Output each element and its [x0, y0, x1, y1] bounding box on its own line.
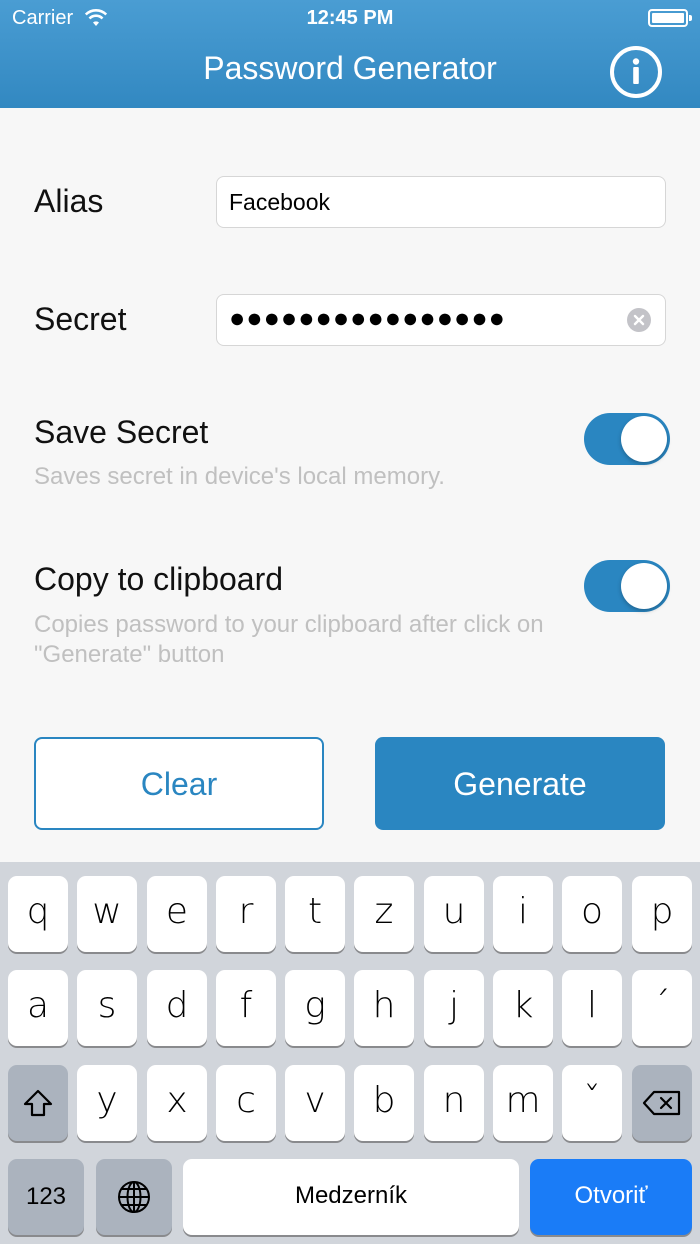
nav-bar: Carrier 12:45 PM Password Generator [0, 0, 700, 108]
key-z[interactable]: z [354, 876, 414, 952]
alias-label: Alias [34, 183, 104, 219]
key-i[interactable]: i [493, 876, 553, 952]
clear-text-button[interactable] [627, 308, 651, 332]
save-secret-title: Save Secret [34, 414, 209, 450]
globe-key[interactable] [96, 1159, 172, 1235]
battery-icon [648, 9, 692, 27]
space-key[interactable]: Medzerník [183, 1159, 519, 1235]
key-w[interactable]: w [77, 876, 137, 952]
alias-value: Facebook [229, 189, 331, 215]
info-icon [632, 58, 640, 84]
save-secret-description: Saves secret in device's local memory. [34, 463, 445, 490]
copy-clipboard-description: Copies password to your clipboard after … [34, 611, 544, 668]
key-c[interactable]: c [216, 1065, 276, 1141]
key-u[interactable]: u [424, 876, 484, 952]
key-s[interactable]: s [77, 970, 137, 1046]
key-q[interactable]: q [8, 876, 68, 952]
clear-button[interactable]: Clear [34, 737, 324, 830]
key-j[interactable]: j [424, 970, 484, 1046]
key-acute[interactable]: ´ [632, 970, 692, 1046]
backspace-icon [642, 1090, 681, 1116]
key-o[interactable]: o [562, 876, 622, 952]
key-e[interactable]: e [147, 876, 207, 952]
go-key[interactable]: Otvoriť [530, 1159, 692, 1235]
key-v[interactable]: v [285, 1065, 345, 1141]
copy-clipboard-title: Copy to clipboard [34, 561, 284, 597]
alias-field[interactable]: Facebook [216, 176, 666, 228]
info-button[interactable] [610, 46, 662, 98]
globe-icon [118, 1181, 150, 1213]
key-p[interactable]: p [632, 876, 692, 952]
keyboard: q w e r t z u i o p a s d f g h j k l ´ … [0, 862, 700, 1244]
clock: 12:45 PM [306, 7, 394, 29]
key-x[interactable]: x [147, 1065, 207, 1141]
key-r[interactable]: r [216, 876, 276, 952]
generate-button[interactable]: Generate [375, 737, 665, 830]
copy-clipboard-toggle[interactable] [584, 560, 670, 612]
key-f[interactable]: f [216, 970, 276, 1046]
toggle-knob [621, 416, 667, 462]
key-t[interactable]: t [285, 876, 345, 952]
secret-label: Secret [34, 301, 127, 337]
clear-icon [633, 314, 645, 326]
key-a[interactable]: a [8, 970, 68, 1046]
key-d[interactable]: d [147, 970, 207, 1046]
key-k[interactable]: k [493, 970, 553, 1046]
key-n[interactable]: n [424, 1065, 484, 1141]
key-b[interactable]: b [354, 1065, 414, 1141]
key-l[interactable]: l [562, 970, 622, 1046]
key-m[interactable]: m [493, 1065, 553, 1141]
status-bar: Carrier 12:45 PM [0, 0, 700, 36]
key-h[interactable]: h [354, 970, 414, 1046]
key-g[interactable]: g [285, 970, 345, 1046]
backspace-key[interactable] [632, 1065, 692, 1141]
shift-key[interactable] [8, 1065, 68, 1141]
key-caron[interactable]: ˇ [562, 1065, 622, 1141]
shift-icon [23, 1089, 53, 1117]
numbers-key[interactable]: 123 [8, 1159, 84, 1235]
page-title: Password Generator [203, 50, 497, 86]
save-secret-toggle[interactable] [584, 413, 670, 465]
toggle-knob [621, 563, 667, 609]
secret-field[interactable]: ●●●●●●●●●●●●●●●● [216, 294, 666, 346]
secret-value: ●●●●●●●●●●●●●●●● [229, 303, 506, 333]
key-y[interactable]: y [77, 1065, 137, 1141]
